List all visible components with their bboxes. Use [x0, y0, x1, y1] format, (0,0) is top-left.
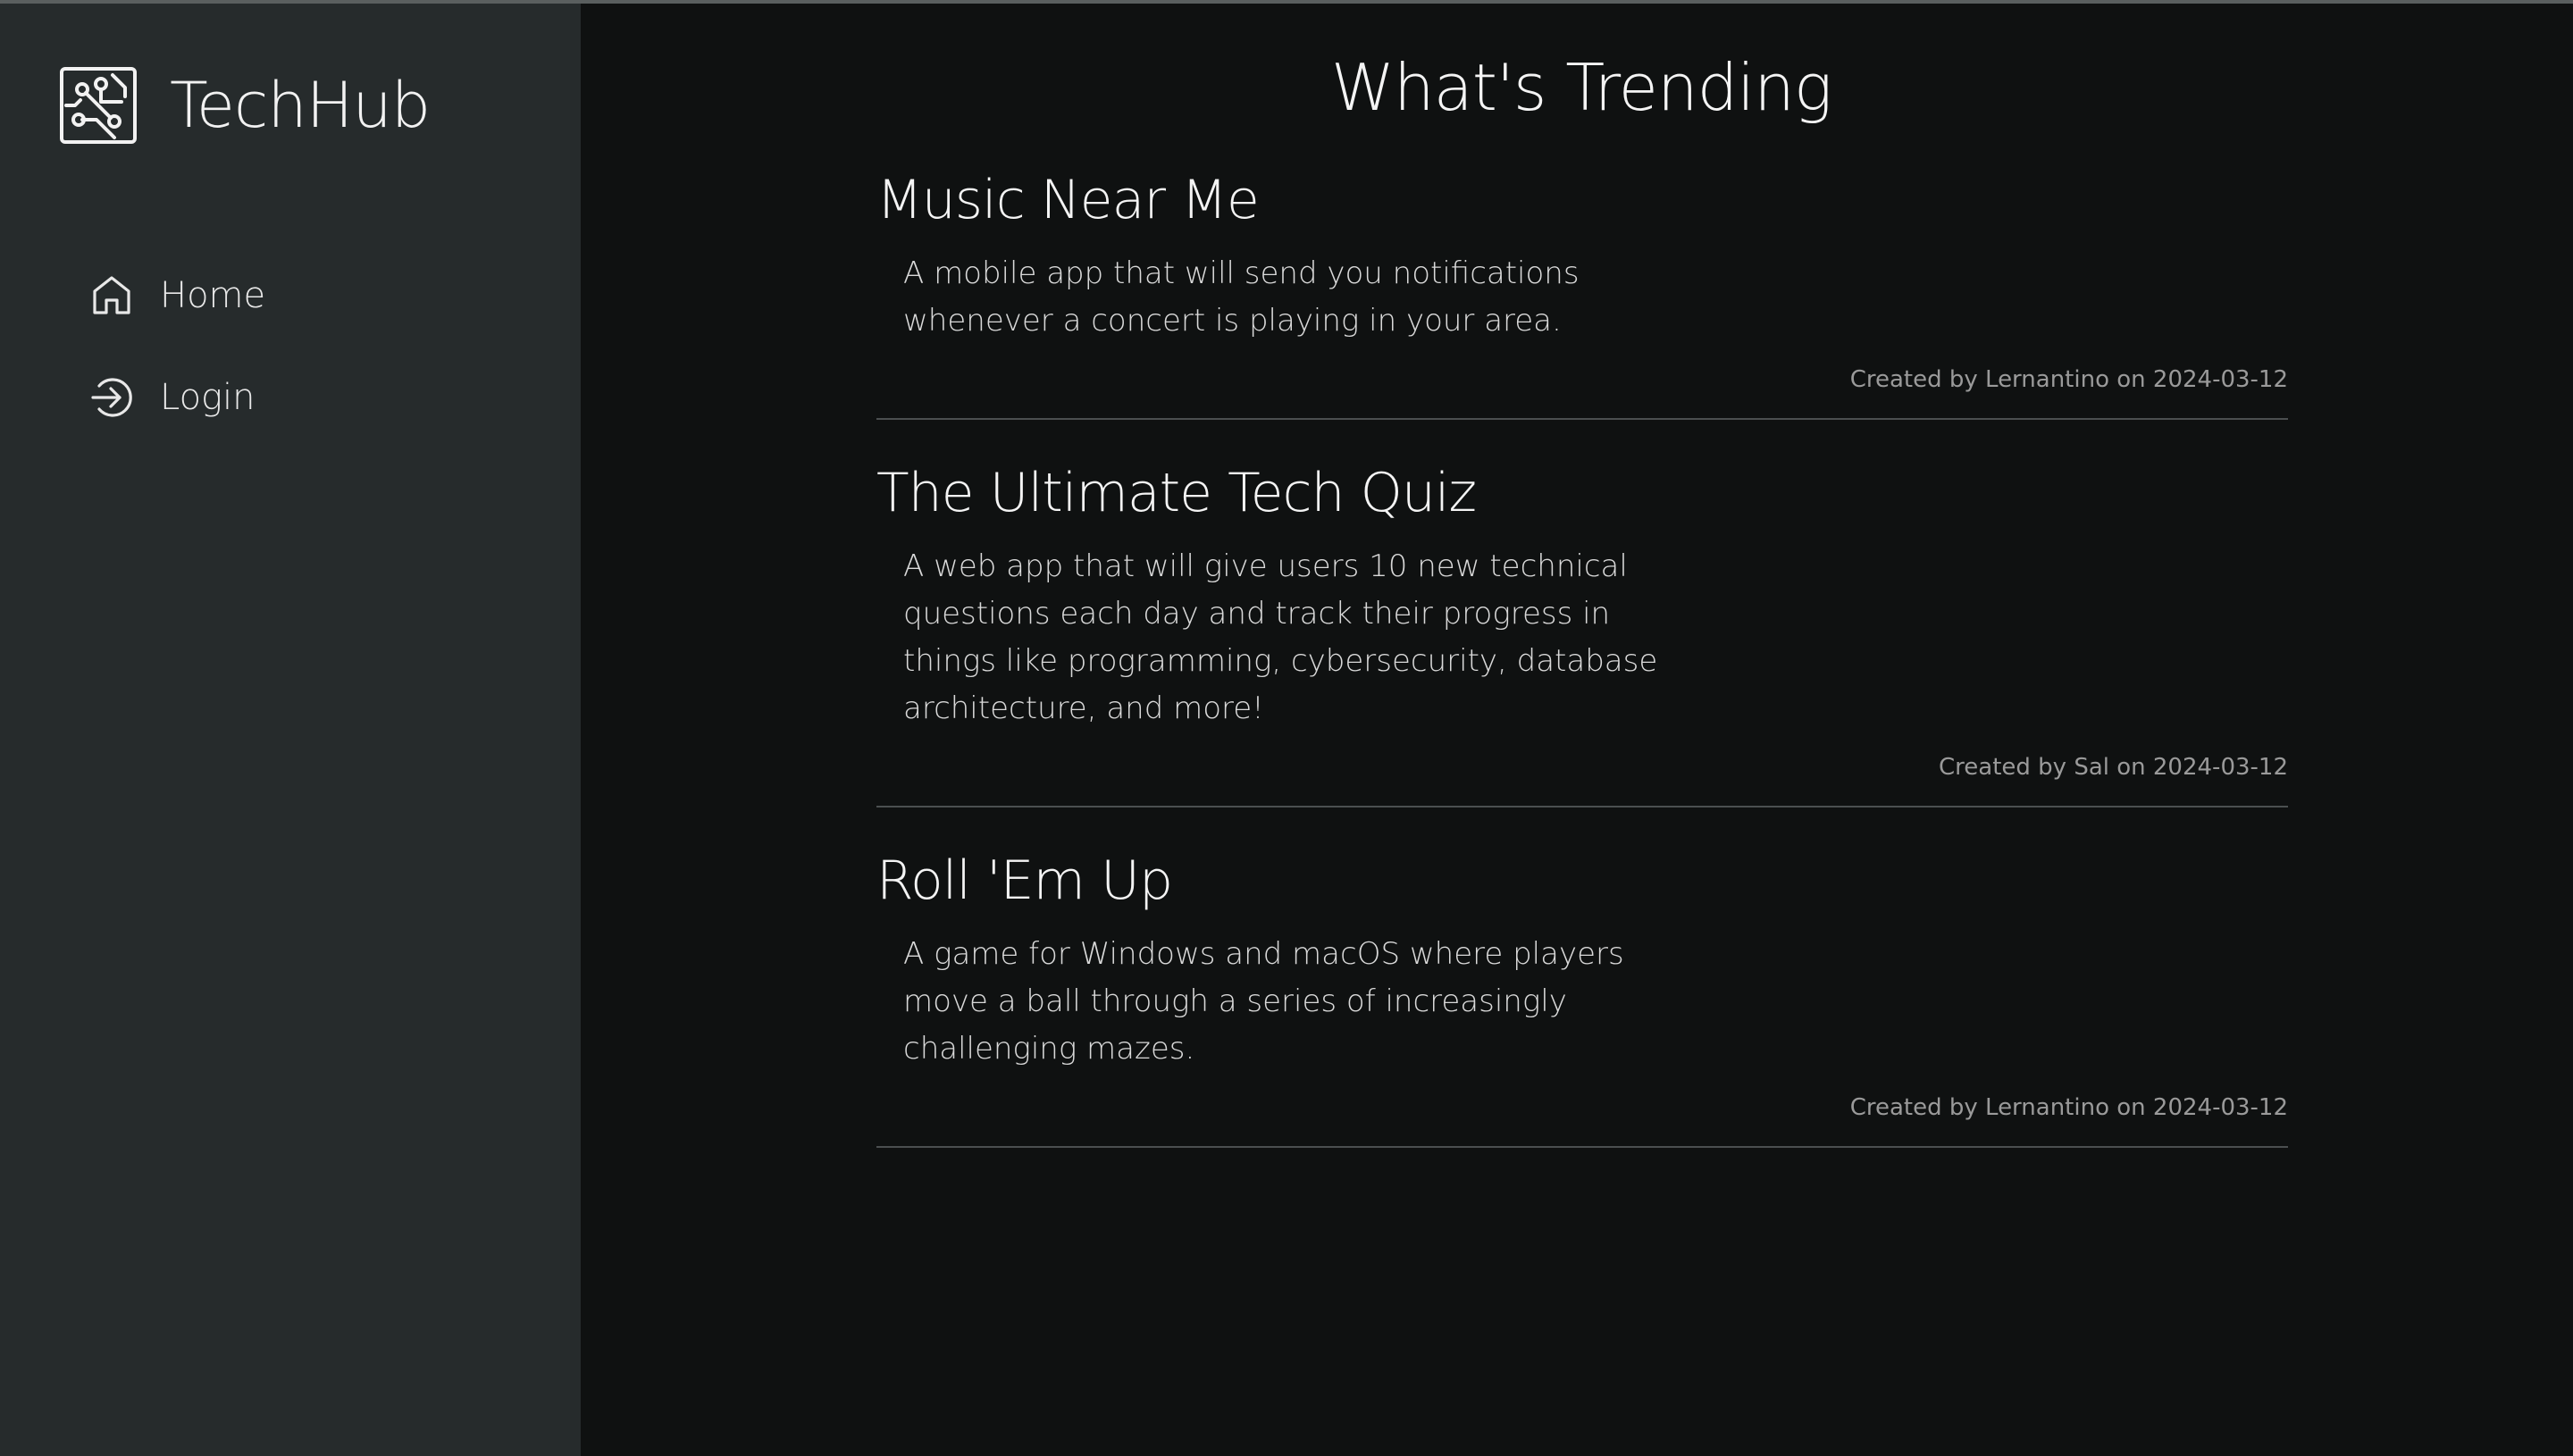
- post-item[interactable]: Music Near Me A mobile app that will sen…: [876, 164, 2288, 420]
- page-title: What's Trending: [1330, 50, 1832, 125]
- brand[interactable]: TechHub: [59, 66, 431, 145]
- post-item[interactable]: The Ultimate Tech Quiz A web app that wi…: [876, 457, 2288, 807]
- post-item[interactable]: Roll 'Em Up A game for Windows and macOS…: [876, 845, 2288, 1148]
- sidebar-item-login[interactable]: Login: [89, 369, 265, 426]
- post-title[interactable]: The Ultimate Tech Quiz: [876, 457, 2288, 529]
- sidebar-item-label: Home: [160, 275, 266, 316]
- sidebar-item-label: Login: [160, 377, 256, 418]
- post-title[interactable]: Roll 'Em Up: [876, 845, 2288, 916]
- home-icon: [93, 276, 130, 314]
- post-description: A web app that will give users 10 new te…: [903, 548, 1658, 726]
- sidebar-nav: Home Login: [89, 267, 265, 471]
- sidebar-item-home[interactable]: Home: [89, 267, 265, 324]
- sidebar: TechHub Home Login: [0, 4, 581, 1456]
- post-meta: Created by Lernantino on 2024-03-12: [1849, 366, 2288, 393]
- login-icon: [91, 378, 132, 417]
- post-description: A mobile app that will send you notifica…: [903, 255, 1580, 339]
- brand-name: TechHub: [170, 69, 431, 142]
- main-content: What's Trending Music Near Me A mobile a…: [581, 4, 2573, 1456]
- post-title[interactable]: Music Near Me: [876, 164, 2288, 236]
- post-description: A game for Windows and macOS where playe…: [903, 936, 1624, 1067]
- post-meta: Created by Sal on 2024-03-12: [1939, 754, 2288, 781]
- circuit-board-icon: [60, 67, 137, 144]
- post-meta: Created by Lernantino on 2024-03-12: [1849, 1094, 2288, 1121]
- post-list: Music Near Me A mobile app that will sen…: [876, 164, 2288, 1185]
